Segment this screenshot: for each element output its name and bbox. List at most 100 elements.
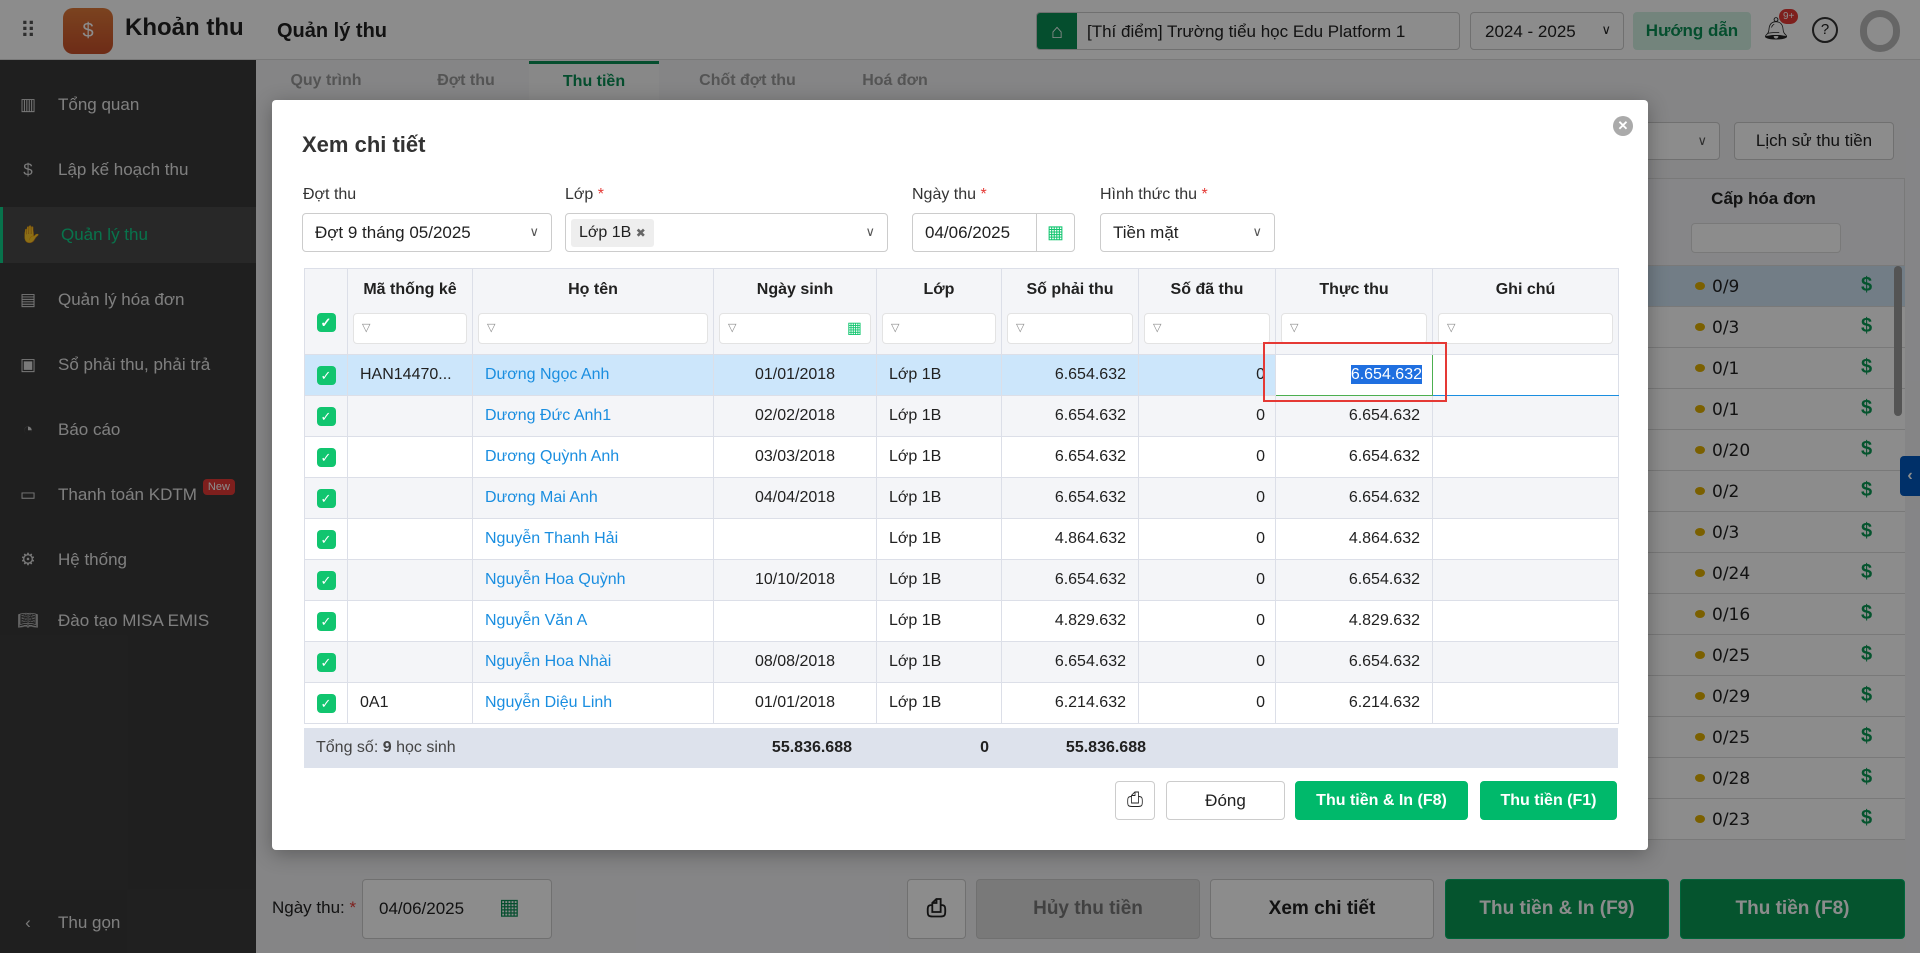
close-icon[interactable]: ✕ [1613,116,1633,136]
table-row[interactable]: ✓ Nguyễn Văn A Lớp 1B 4.829.632 0 4.829.6… [304,600,1619,642]
student-name-link[interactable]: Dương Đức Anh1 [472,395,714,437]
actual-amount[interactable]: 6.654.632 [1275,477,1433,519]
row-select-cell: ✓ [304,354,348,396]
table-row[interactable]: ✓ 0A1 Nguyễn Diệu Linh 01/01/2018 Lớp 1B… [304,682,1619,724]
table-row[interactable]: ✓ Dương Mai Anh 04/04/2018 Lớp 1B 6.654.… [304,477,1619,519]
student-name-link[interactable]: Nguyễn Diệu Linh [472,682,714,724]
method-select[interactable]: Tiền mặt ∨ [1100,213,1275,252]
note[interactable] [1432,559,1619,601]
row-checkbox[interactable]: ✓ [316,488,336,508]
column-filter-input[interactable]: ▽ [1144,313,1270,344]
amount-due: 6.654.632 [1001,395,1139,437]
chevron-down-icon: ∨ [865,224,875,239]
actual-amount[interactable]: 6.654.632 [1275,641,1433,683]
modal-title: Xem chi tiết [302,132,426,157]
note[interactable] [1432,477,1619,519]
date-of-birth: 04/04/2018 [713,477,877,519]
select-all-checkbox[interactable]: ✓ [316,313,336,332]
filter-icon: ▽ [891,322,900,334]
column-title: Số đã thu [1170,281,1244,298]
amount-paid: 0 [1138,436,1276,478]
note[interactable] [1432,682,1619,724]
stat-code: HAN14470... [347,354,473,396]
method-label: Hình thức thu * [1100,186,1208,203]
date-of-birth: 10/10/2018 [713,559,877,601]
column-filter-input[interactable]: ▽ [1281,313,1427,344]
amount-paid: 0 [1138,600,1276,642]
row-checkbox[interactable]: ✓ [316,570,336,590]
detail-modal: Xem chi tiết ✕ Đợt thu Đợt 9 tháng 05/20… [272,100,1648,850]
column-title: Họ tên [568,281,618,298]
remove-tag-icon[interactable]: ✖ [636,226,646,240]
column-header: Số phải thu ▽ [1001,268,1139,355]
table-row[interactable]: ✓ Nguyễn Thanh Hải Lớp 1B 4.864.632 0 4.8… [304,518,1619,560]
row-checkbox[interactable]: ✓ [316,365,336,385]
column-filter-input[interactable]: ▽ [882,313,996,344]
column-filter-input[interactable]: ▽ [478,313,708,344]
stat-code: 0A1 [347,682,473,724]
amount-paid: 0 [1138,354,1276,396]
amount-due: 6.654.632 [1001,354,1139,396]
student-name-link[interactable]: Dương Quỳnh Anh [472,436,714,478]
row-checkbox[interactable]: ✓ [316,611,336,631]
note[interactable] [1432,641,1619,683]
row-checkbox[interactable]: ✓ [316,447,336,467]
amount-due: 6.654.632 [1001,559,1139,601]
filter-icon: ▽ [1290,322,1299,334]
row-checkbox[interactable]: ✓ [316,652,336,672]
total-actual: 55.836.688 [1065,739,1146,756]
calendar-icon[interactable]: ▦ [847,314,862,343]
column-title: Số phải thu [1026,281,1114,298]
row-select-cell: ✓ [304,600,348,642]
collect-button[interactable]: Thu tiền (F1) [1480,781,1617,820]
actual-amount[interactable]: 4.864.632 [1275,518,1433,560]
note-input[interactable] [1432,354,1619,396]
table-row[interactable]: ✓ Nguyễn Hoa Quỳnh 10/10/2018 Lớp 1B 6.6… [304,559,1619,601]
amount-paid: 0 [1138,395,1276,437]
column-filter-input[interactable]: ▽ [353,313,467,344]
amount-due: 4.829.632 [1001,600,1139,642]
column-filter-input[interactable]: ▽ [1007,313,1133,344]
amount-due: 6.654.632 [1001,641,1139,683]
actual-amount[interactable]: 4.829.632 [1275,600,1433,642]
row-checkbox[interactable]: ✓ [316,529,336,549]
student-name-link[interactable]: Nguyễn Văn A [472,600,714,642]
total-paid: 0 [980,739,989,756]
amount-paid: 0 [1138,477,1276,519]
collect-print-button[interactable]: Thu tiền & In (F8) [1295,781,1468,820]
note[interactable] [1432,395,1619,437]
amount-due: 6.214.632 [1001,682,1139,724]
actual-amount[interactable]: 6.654.632 [1275,559,1433,601]
batch-select[interactable]: Đợt 9 tháng 05/2025 ∨ [302,213,552,252]
class: Lớp 1B [876,477,1002,519]
print-button[interactable]: ⎙ [1115,781,1155,820]
student-name-link[interactable]: Nguyễn Hoa Nhài [472,641,714,683]
student-name-link[interactable]: Nguyễn Thanh Hải [472,518,714,560]
date-of-birth [713,518,877,560]
class-select[interactable]: Lớp 1B ✖ ∨ [565,213,888,252]
note[interactable] [1432,600,1619,642]
actual-amount[interactable]: 6.214.632 [1275,682,1433,724]
row-checkbox[interactable]: ✓ [316,406,336,426]
row-select-cell: ✓ [304,477,348,519]
note[interactable] [1432,436,1619,478]
class: Lớp 1B [876,682,1002,724]
column-title: Ngày sinh [756,281,834,298]
column-filter-input[interactable]: ▽ ▦ [719,313,871,344]
table-row[interactable]: ✓ Dương Quỳnh Anh 03/03/2018 Lớp 1B 6.65… [304,436,1619,478]
date-input[interactable]: 04/06/2025 ▦ [912,213,1075,252]
column-header: Ghi chú ▽ [1432,268,1619,355]
row-checkbox[interactable]: ✓ [316,693,336,713]
note[interactable] [1432,518,1619,560]
student-name-link[interactable]: Dương Ngọc Anh [472,354,714,396]
student-name-link[interactable]: Nguyễn Hoa Quỳnh [472,559,714,601]
date-value: 04/06/2025 [925,222,1011,242]
actual-amount[interactable]: 6.654.632 [1275,436,1433,478]
column-filter-input[interactable]: ▽ [1438,313,1613,344]
student-name-link[interactable]: Dương Mai Anh [472,477,714,519]
calendar-icon[interactable]: ▦ [1036,214,1074,251]
table-row[interactable]: ✓ Nguyễn Hoa Nhài 08/08/2018 Lớp 1B 6.65… [304,641,1619,683]
close-button[interactable]: Đóng [1166,781,1285,820]
column-title: Mã thống kê [363,281,457,298]
row-select-cell: ✓ [304,641,348,683]
